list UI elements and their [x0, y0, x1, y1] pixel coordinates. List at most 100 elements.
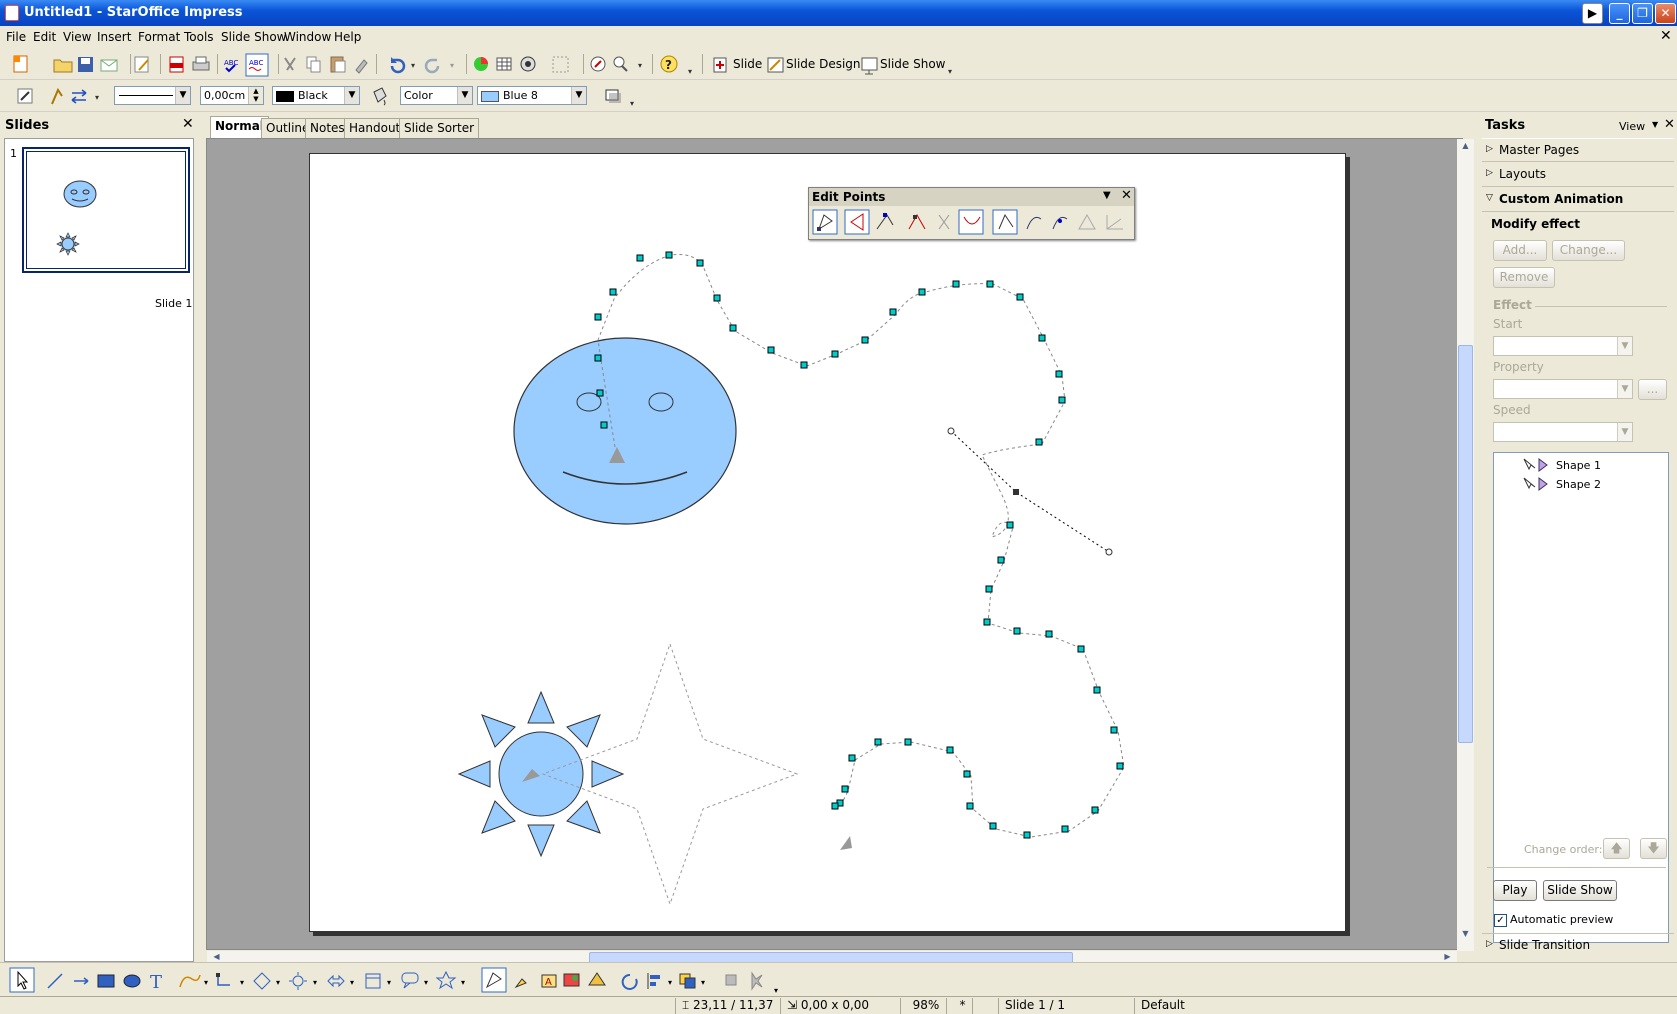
change-effect-button[interactable]: Change... [1552, 240, 1625, 261]
scroll-down-icon[interactable]: ▼ [1458, 929, 1473, 944]
play-button[interactable]: Play [1493, 880, 1537, 901]
property-more-button[interactable]: ... [1638, 379, 1667, 400]
master-pages-section[interactable]: ▷ Master Pages [1482, 138, 1674, 162]
chevron-down-icon[interactable]: ▼ [344, 87, 359, 104]
arrow-up-icon: 🡅 [1610, 841, 1623, 855]
line-color-value: Black [298, 89, 328, 102]
cut-icon [284, 57, 296, 71]
menu-insert[interactable]: Insert [97, 30, 131, 44]
table-icon [496, 57, 512, 71]
menu-file[interactable]: File [6, 30, 26, 44]
navigator-icon [520, 56, 536, 72]
status-signature[interactable] [972, 998, 997, 1014]
tab-notes[interactable]: Notes [305, 118, 350, 138]
window-title: Untitled1 - StarOffice Impress [24, 5, 243, 20]
delete-points-icon [908, 213, 926, 230]
slides-pane-title: Slides [5, 118, 50, 133]
shadow-tool-icon [751, 971, 763, 991]
curve-motion-path [597, 254, 1125, 838]
menu-slide-show[interactable]: Slide Show [221, 30, 286, 44]
slides-list: 1 Slide 1 [4, 138, 194, 962]
slide-show-preview-button[interactable]: Slide Show [1543, 880, 1617, 901]
remove-effect-button[interactable]: Remove [1493, 267, 1555, 288]
add-effect-button[interactable]: Add... [1493, 240, 1547, 261]
menu-edit[interactable]: Edit [33, 30, 56, 44]
select-icon [9, 967, 35, 993]
line-color-combo[interactable]: Black ▼ [272, 86, 360, 105]
chevron-down-icon[interactable]: ▼ [457, 87, 472, 104]
bezier-control-line [950, 430, 1110, 553]
move-up-button[interactable]: 🡅 [1603, 838, 1630, 859]
chevron-down-icon[interactable]: ▼ [175, 87, 190, 104]
area-style-combo[interactable]: Color ▼ [400, 86, 473, 105]
arrow-down-icon: 🡇 [1647, 841, 1660, 855]
vertical-scroll-thumb[interactable] [1458, 345, 1473, 743]
smiley-shape[interactable] [513, 337, 737, 525]
chevron-down-icon[interactable]: ▼ [1103, 190, 1111, 201]
tasks-view-menu[interactable]: View [1619, 120, 1645, 133]
title-bar: Untitled1 - StarOffice Impress ▶ _ ❐ ✕ [0, 0, 1677, 26]
spellcheck-icon: ABC [224, 59, 238, 73]
menu-format[interactable]: Format [138, 30, 180, 44]
menu-help[interactable]: Help [334, 30, 361, 44]
motion-end-marker [840, 836, 852, 850]
basic-shapes-icon [253, 972, 271, 990]
close-icon[interactable]: ✕ [1664, 117, 1675, 132]
area-style-value: Color [404, 89, 433, 102]
print-icon [192, 56, 210, 71]
line-style-combo[interactable]: ▼ [114, 86, 191, 105]
tab-slide-sorter[interactable]: Slide Sorter [399, 118, 480, 138]
svg-text:▾: ▾ [701, 978, 705, 987]
list-item[interactable]: Shape 2 [1522, 476, 1601, 493]
chevron-down-icon[interactable]: ▼ [571, 87, 586, 104]
position-icon: ⌶ [682, 998, 694, 1012]
menu-arrow-icon[interactable]: ▶ [1582, 3, 1603, 24]
area-color-combo[interactable]: Blue 8 ▼ [477, 86, 587, 105]
svg-text:▾: ▾ [630, 99, 634, 108]
menu-view[interactable]: View [63, 30, 91, 44]
tab-handout[interactable]: Handout [344, 118, 406, 138]
property-dropdown[interactable]: ▼ [1493, 379, 1633, 399]
scroll-up-icon[interactable]: ▲ [1458, 141, 1473, 156]
slide-canvas[interactable] [309, 153, 1346, 932]
layouts-label: Layouts [1499, 167, 1547, 181]
vertical-scrollbar[interactable]: ▲ ▼ [1457, 139, 1474, 951]
start-dropdown[interactable]: ▼ [1493, 336, 1633, 356]
close-icon[interactable]: ✕ [182, 116, 194, 132]
menu-tools[interactable]: Tools [184, 30, 214, 44]
restore-button[interactable]: ❐ [1632, 3, 1653, 24]
slide-button[interactable]: Slide [733, 57, 762, 71]
slide-design-button[interactable]: Slide Design [786, 57, 861, 71]
status-zoom[interactable]: 98% [900, 998, 945, 1014]
line-width-value: 0,00cm [204, 89, 246, 102]
sun-shape[interactable] [457, 690, 625, 858]
area-color-value: Blue 8 [503, 89, 538, 102]
chevron-down-icon[interactable]: ▼ [1617, 380, 1632, 398]
custom-animation-section[interactable]: ▽ Custom Animation [1482, 188, 1674, 212]
slide-transition-section[interactable]: ▷ Slide Transition [1482, 933, 1674, 957]
chevron-down-icon[interactable]: ▼ [1617, 337, 1632, 355]
close-document-icon[interactable]: ✕ [1660, 28, 1672, 44]
svg-text:ABC: ABC [249, 59, 263, 67]
svg-text:▾: ▾ [95, 93, 99, 102]
close-icon[interactable]: ✕ [1121, 188, 1132, 203]
automatic-preview-checkbox[interactable]: ✓ [1494, 914, 1507, 927]
layouts-section[interactable]: ▷ Layouts [1482, 163, 1674, 187]
list-item[interactable]: Shape 1 [1522, 457, 1601, 474]
symmetric-transition-icon [1052, 216, 1068, 230]
slide-show-button[interactable]: Slide Show [880, 57, 945, 71]
close-window-button[interactable]: ✕ [1655, 3, 1676, 24]
speed-dropdown[interactable]: ▼ [1493, 422, 1633, 442]
move-down-button[interactable]: 🡇 [1640, 838, 1667, 859]
points-tool-icon [481, 967, 507, 993]
slide-thumbnail[interactable] [22, 147, 190, 273]
minimize-button[interactable]: _ [1609, 3, 1630, 24]
chevron-down-icon[interactable]: ▼ [1617, 423, 1632, 441]
effect-list[interactable]: Shape 1 Shape 2 [1493, 452, 1669, 943]
menu-window[interactable]: Window [284, 30, 331, 44]
chevron-down-icon[interactable]: ▼ [1652, 120, 1658, 129]
help-icon: ? [660, 55, 678, 73]
spin-icon[interactable]: ▲ ▼ [248, 87, 263, 104]
connector-icon [216, 973, 230, 986]
line-width-field[interactable]: 0,00cm ▲ ▼ [200, 86, 264, 105]
